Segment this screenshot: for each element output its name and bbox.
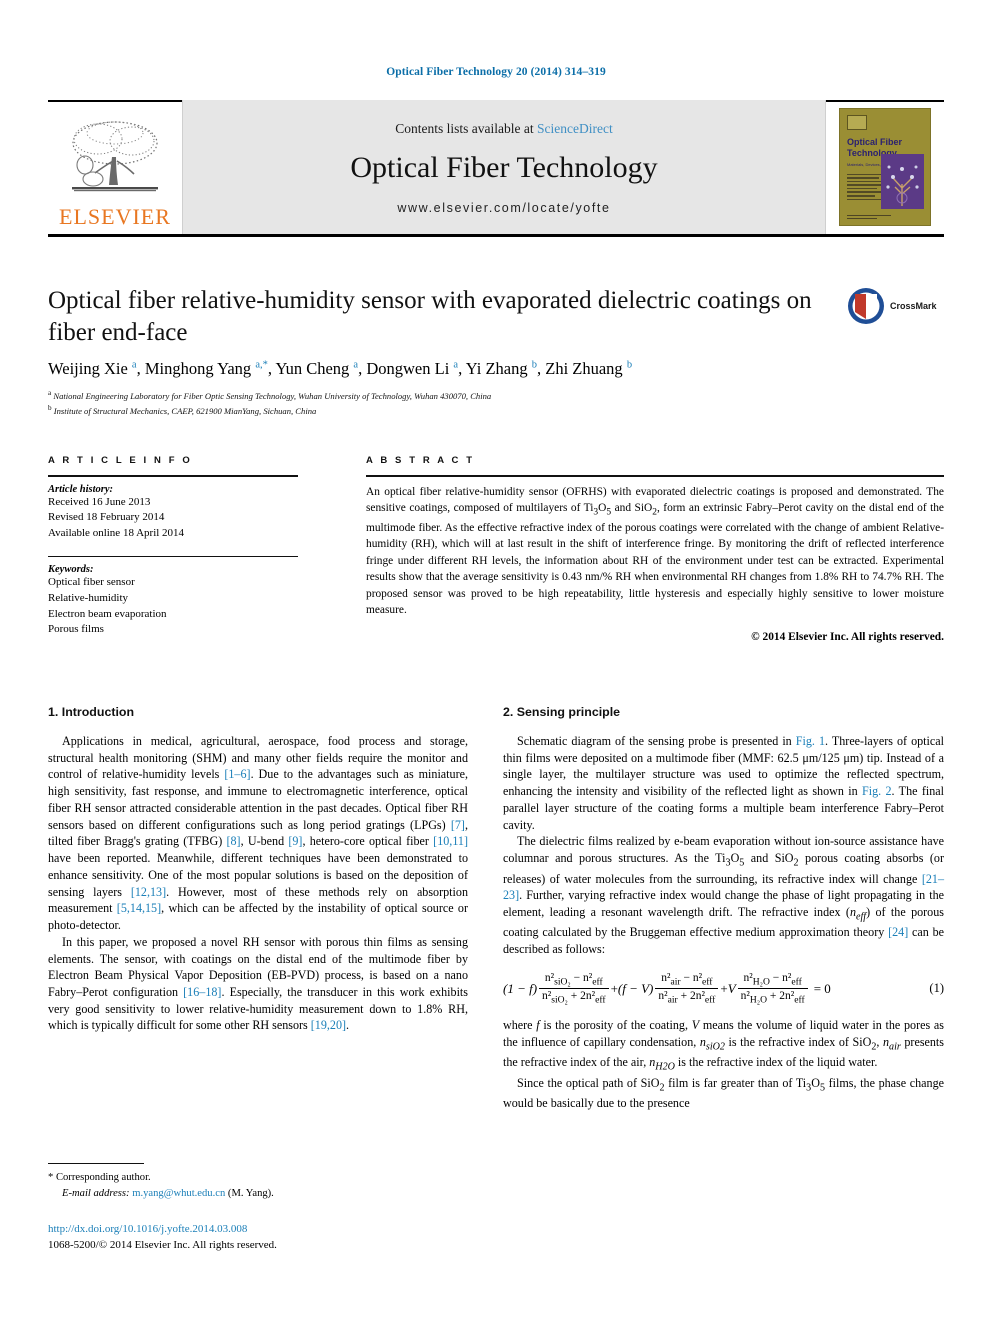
- email-owner: (M. Yang).: [227, 1188, 274, 1200]
- section-heading-introduction: 1. Introduction: [48, 705, 135, 719]
- sensing-paragraph-1: Schematic diagram of the sensing probe i…: [503, 734, 945, 832]
- article-info-heading: A R T I C L E I N F O: [48, 455, 193, 466]
- article-info-rule: [48, 475, 298, 477]
- body-column-right: 2. Sensing principle Schematic diagram o…: [503, 705, 944, 1112]
- eq1-fraction-3: n²H₂O − n²eff n²H₂O + 2n²eff: [737, 971, 808, 1005]
- footnote-rule: [48, 1163, 144, 1165]
- keywords-title: Keywords:: [48, 564, 94, 576]
- eq1-f3-denominator: n²H₂O + 2n²eff: [737, 988, 808, 1005]
- crossmark-label: CrossMark: [890, 301, 937, 311]
- abstract-column: A B S T R A C T An optical fiber relativ…: [366, 455, 944, 643]
- abstract-text: An optical fiber relative-humidity senso…: [366, 485, 944, 617]
- cover-title-line1: Optical Fiber: [847, 137, 903, 147]
- eq1-f1-denominator: n²siO₂ + 2n²eff: [539, 988, 609, 1005]
- eq1-term1-lead: (1 − f): [503, 980, 538, 996]
- email-note: E-mail address: m.yang@whut.edu.cn (M. Y…: [48, 1186, 468, 1202]
- doi-link[interactable]: http://dx.doi.org/10.1016/j.yofte.2014.0…: [48, 1222, 548, 1238]
- history-title: Article history:: [48, 483, 114, 495]
- eq1-f3-numerator: n²H₂O − n²eff: [743, 971, 802, 988]
- journal-cover-cell: Optical Fiber Technology Materials, Devi…: [826, 100, 944, 234]
- history-item: Revised 18 February 2014: [48, 511, 165, 524]
- paper-page: Optical Fiber Technology 20 (2014) 314–3…: [0, 0, 992, 1323]
- eq1-fraction-2: n²air − n²eff n²air + 2n²eff: [655, 971, 719, 1005]
- elsevier-tree-icon: [72, 121, 158, 192]
- crossmark-icon: [848, 288, 884, 324]
- cover-footer-lines: [847, 215, 893, 221]
- keywords-rule: [48, 556, 298, 558]
- crossmark-badge[interactable]: CrossMark: [846, 282, 942, 330]
- affiliations: a National Engineering Laboratory for Fi…: [48, 388, 878, 418]
- email-address-link[interactable]: m.yang@whut.edu.cn: [132, 1188, 225, 1199]
- history-item: Available online 18 April 2014: [48, 526, 185, 539]
- eq1-term3-lead: V: [727, 980, 736, 996]
- running-head: Optical Fiber Technology 20 (2014) 314–3…: [386, 66, 606, 78]
- abstract-copyright: © 2014 Elsevier Inc. All rights reserved…: [751, 630, 944, 643]
- eq1-operator-1: +: [610, 980, 618, 996]
- contents-available-line: Contents lists available at ScienceDirec…: [395, 121, 612, 137]
- contents-prefix: Contents lists available at: [395, 121, 537, 136]
- banner-bottom-rule: [48, 234, 944, 237]
- journal-cover-thumbnail: Optical Fiber Technology Materials, Devi…: [839, 108, 931, 226]
- eq1-equals: = 0: [813, 980, 831, 996]
- banner-center: Contents lists available at ScienceDirec…: [182, 100, 826, 234]
- keyword-item: Relative-humidity: [48, 592, 129, 605]
- sensing-paragraph-2: The dielectric films realized by e-beam …: [503, 834, 944, 957]
- article-info-column: A R T I C L E I N F O Article history: R…: [48, 455, 298, 638]
- sensing-paragraph-3: where f is the porosity of the coating, …: [503, 1018, 945, 1073]
- author-list: Weijing Xie a, Minghong Yang a,*, Yun Ch…: [48, 359, 633, 378]
- eq1-f2-numerator: n²air − n²eff: [661, 971, 713, 988]
- cover-artwork: [881, 154, 924, 209]
- email-label: E-mail address:: [62, 1188, 130, 1200]
- keywords-block: Keywords: Optical fiber sensor Relative-…: [48, 556, 298, 637]
- elsevier-logo: ELSEVIER: [48, 100, 182, 234]
- section-heading-sensing-principle: 2. Sensing principle: [503, 705, 621, 719]
- intro-paragraph-2: In this paper, we proposed a novel RH se…: [48, 934, 468, 1033]
- affiliation-b: b Institute of Structural Mechanics, CAE…: [48, 404, 317, 417]
- sensing-paragraph-4: Since the optical path of SiO2 film is f…: [503, 1075, 944, 1111]
- issn-copyright: 1068-5200/© 2014 Elsevier Inc. All right…: [48, 1238, 277, 1251]
- eq1-operator-2: +: [720, 980, 728, 996]
- affiliation-a: a National Engineering Laboratory for Fi…: [48, 389, 492, 401]
- history-item: Received 16 June 2013: [48, 495, 151, 508]
- page-title: Optical fiber relative-humidity sensor w…: [48, 287, 812, 346]
- keyword-item: Electron beam evaporation: [48, 607, 167, 620]
- journal-banner: ELSEVIER Contents lists available at Sci…: [48, 100, 944, 234]
- journal-url[interactable]: www.elsevier.com/locate/yofte: [397, 201, 610, 215]
- keyword-item: Porous films: [48, 623, 104, 636]
- cover-publisher-mark: [847, 115, 867, 130]
- journal-title: Optical Fiber Technology: [350, 151, 658, 184]
- footnote-block: * Corresponding author. E-mail address: …: [48, 1163, 468, 1202]
- sciencedirect-link[interactable]: ScienceDirect: [537, 121, 613, 136]
- eq1-f2-denominator: n²air + 2n²eff: [655, 988, 719, 1005]
- eq1-term2-lead: (f − V): [617, 980, 654, 996]
- keyword-item: Optical fiber sensor: [48, 576, 135, 589]
- footer-block: http://dx.doi.org/10.1016/j.yofte.2014.0…: [48, 1222, 548, 1254]
- intro-paragraph-1: Applications in medical, agricultural, a…: [48, 734, 468, 933]
- corresponding-author-note: * Corresponding author.: [48, 1172, 151, 1184]
- equation-1-number: (1): [929, 981, 944, 996]
- abstract-heading: A B S T R A C T: [366, 455, 475, 466]
- equation-1-math: (1 − f) n²siO₂ − n²eff n²siO₂ + 2n²eff +…: [503, 972, 831, 1006]
- eq1-fraction-1: n²siO₂ − n²eff n²siO₂ + 2n²eff: [539, 971, 609, 1005]
- eq1-f1-numerator: n²siO₂ − n²eff: [544, 971, 603, 988]
- abstract-rule: [366, 475, 944, 477]
- equation-1: (1 − f) n²siO₂ − n²eff n²siO₂ + 2n²eff +…: [503, 972, 944, 1006]
- cover-tree-icon: [881, 154, 924, 209]
- elsevier-wordmark: ELSEVIER: [59, 204, 171, 229]
- body-column-left: 1. Introduction Applications in medical,…: [48, 705, 468, 1034]
